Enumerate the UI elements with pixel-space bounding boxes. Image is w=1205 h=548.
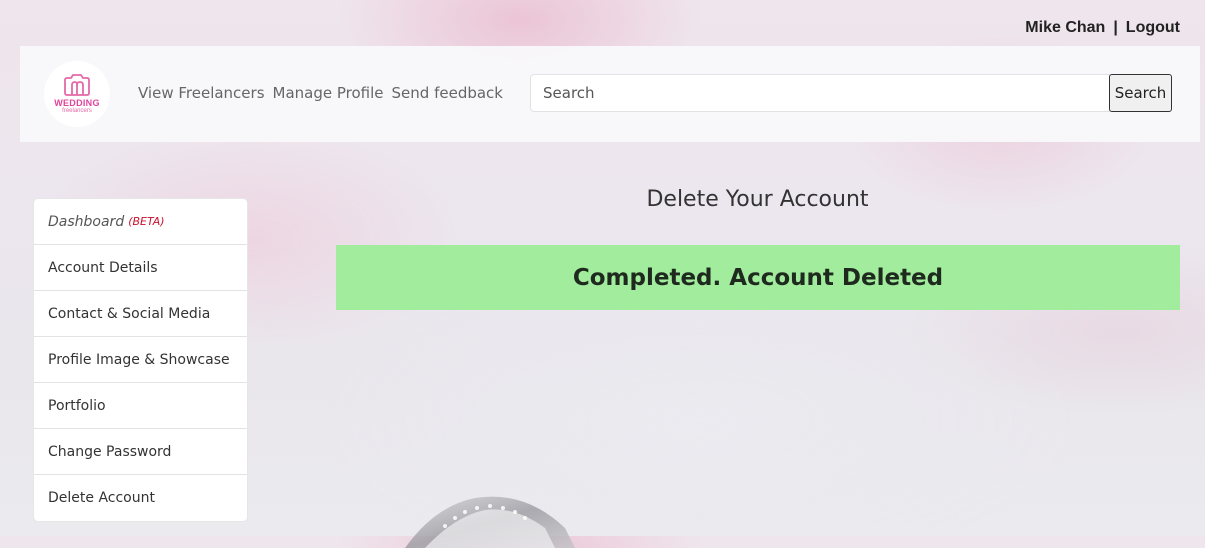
nav-links: View Freelancers Manage Profile Send fee…	[138, 84, 503, 102]
sidebar-item-label: Profile Image & Showcase	[48, 351, 230, 368]
sidebar-item-label: Account Details	[48, 259, 158, 276]
beta-badge: (BETA)	[128, 215, 165, 228]
nav-send-feedback[interactable]: Send feedback	[392, 84, 503, 102]
sidebar-item-dashboard[interactable]: Dashboard (BETA)	[34, 199, 247, 245]
brand-logo[interactable]: WEDDING freelancers	[44, 61, 110, 127]
nav-manage-profile[interactable]: Manage Profile	[273, 84, 384, 102]
nav-view-freelancers[interactable]: View Freelancers	[138, 84, 265, 102]
sidebar-item-portfolio[interactable]: Portfolio	[34, 383, 247, 429]
logo-text-wedding: WEDDING	[54, 98, 100, 108]
search-button[interactable]: Search	[1109, 74, 1172, 112]
account-sidebar: Dashboard (BETA) Account Details Contact…	[33, 198, 248, 522]
sidebar-item-label: Change Password	[48, 443, 172, 460]
sidebar-item-label: Delete Account	[48, 490, 155, 506]
success-alert: Completed. Account Deleted	[336, 245, 1180, 310]
sidebar-item-profile-image[interactable]: Profile Image & Showcase	[34, 337, 247, 383]
sidebar-item-account-details[interactable]: Account Details	[34, 245, 247, 291]
sidebar-item-label: Contact & Social Media	[48, 305, 211, 322]
user-separator: |	[1113, 19, 1118, 36]
alert-message: Completed. Account Deleted	[572, 264, 944, 291]
top-bar: Mike Chan | Logout	[0, 0, 1205, 46]
sidebar-item-label: Portfolio	[48, 397, 106, 414]
sidebar-item-delete-account[interactable]: Delete Account	[34, 475, 247, 521]
navbar: WEDDING freelancers View Freelancers Man…	[20, 46, 1200, 142]
sidebar-item-change-password[interactable]: Change Password	[34, 429, 247, 475]
ring-background-image	[405, 496, 575, 548]
camera-icon	[64, 74, 90, 96]
user-name[interactable]: Mike Chan	[1025, 19, 1105, 37]
page-title: Delete Your Account	[646, 187, 869, 212]
search-input[interactable]	[530, 74, 1110, 112]
logo-text-freelancers: freelancers	[62, 108, 92, 114]
sidebar-item-contact-social[interactable]: Contact & Social Media	[34, 291, 247, 337]
logout-link[interactable]: Logout	[1126, 19, 1180, 37]
user-area: Mike Chan | Logout	[1025, 19, 1180, 37]
sidebar-item-label: Dashboard	[48, 213, 125, 230]
